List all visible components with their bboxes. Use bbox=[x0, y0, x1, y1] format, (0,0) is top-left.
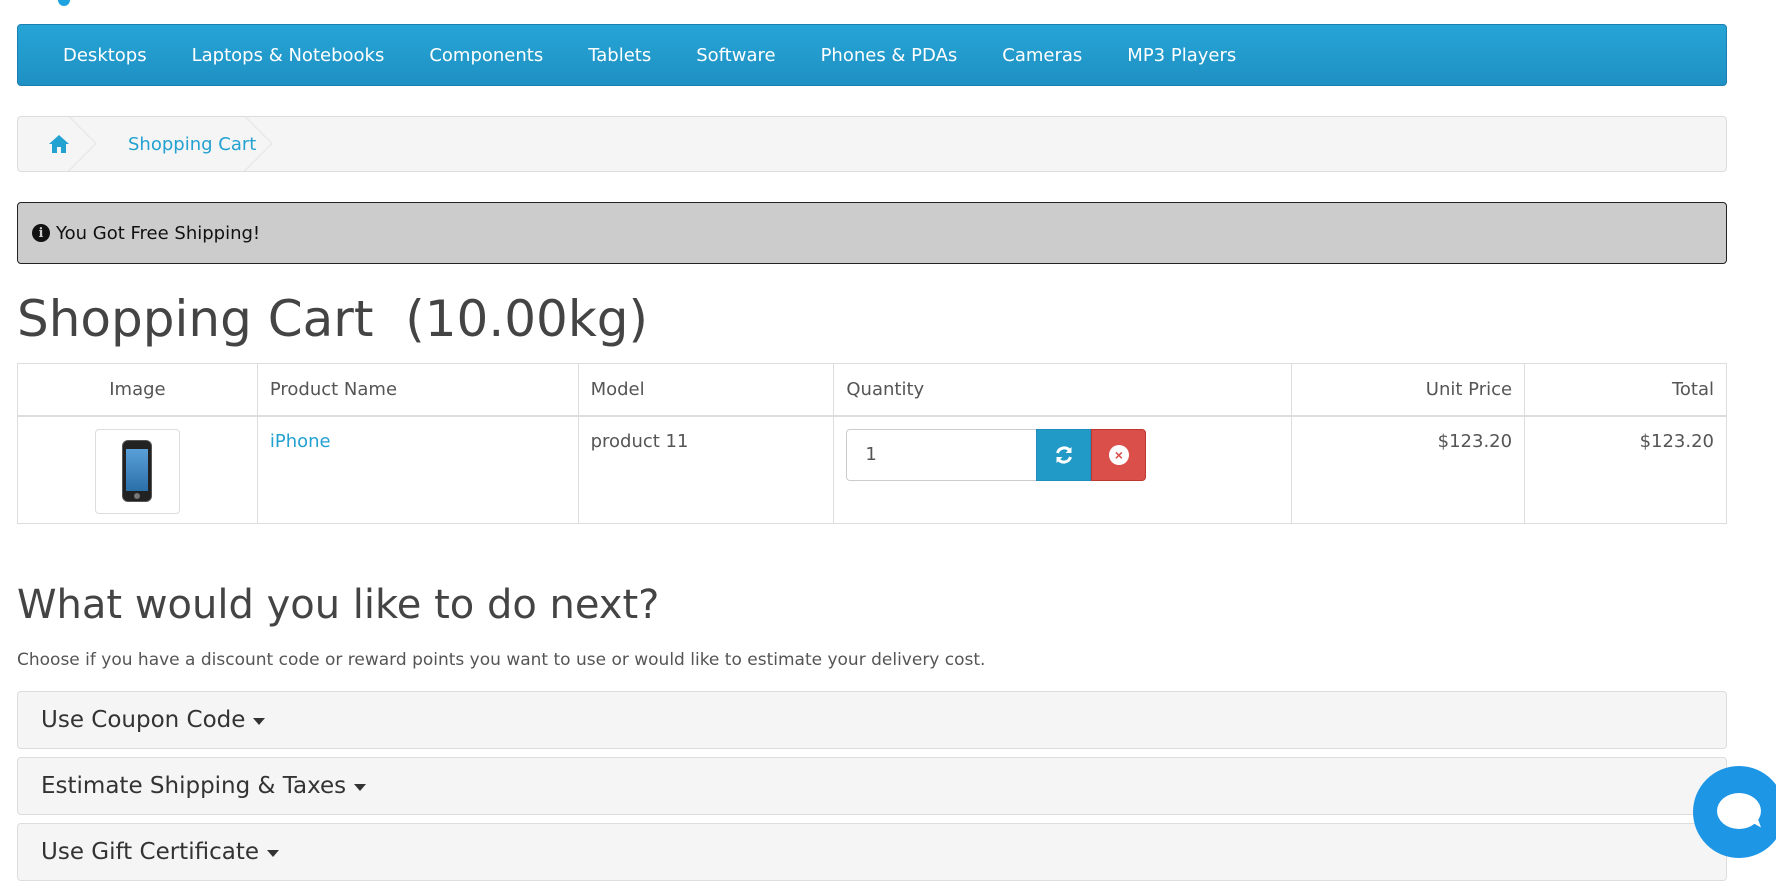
menu-item-laptops-notebooks[interactable]: Laptops & Notebooks bbox=[177, 45, 400, 66]
remove-button[interactable]: × bbox=[1091, 428, 1147, 481]
caret-down-icon bbox=[354, 784, 367, 791]
free-shipping-alert: i You Got Free Shipping! bbox=[17, 202, 1727, 264]
cell-quantity: × bbox=[833, 415, 1293, 524]
quantity-group: × bbox=[846, 428, 1279, 481]
header-product-name: Product Name bbox=[256, 363, 579, 417]
panel-title: Estimate Shipping & Taxes bbox=[41, 773, 347, 799]
info-circle-icon: i bbox=[32, 224, 50, 242]
panel-gift-certificate[interactable]: Use Gift Certificate bbox=[17, 823, 1727, 881]
menu-item-mp3-players[interactable]: MP3 Players bbox=[1112, 45, 1251, 66]
header-quantity: Quantity bbox=[833, 363, 1293, 417]
menu-item-cameras[interactable]: Cameras bbox=[987, 45, 1097, 66]
page-title: Shopping Cart (10.00kg) bbox=[17, 290, 649, 348]
alert-text: You Got Free Shipping! bbox=[56, 222, 261, 244]
panel-title: Use Coupon Code bbox=[41, 707, 246, 733]
breadcrumb-home[interactable] bbox=[18, 117, 110, 171]
iphone-image bbox=[122, 440, 153, 502]
breadcrumb: Shopping Cart bbox=[17, 116, 1727, 172]
logo-fragment bbox=[58, 0, 70, 6]
menu-item-desktops[interactable]: Desktops bbox=[48, 45, 162, 66]
caret-down-icon bbox=[253, 718, 266, 725]
home-icon bbox=[49, 135, 69, 153]
quantity-input[interactable] bbox=[846, 428, 1037, 481]
panel-title: Use Gift Certificate bbox=[41, 839, 259, 865]
update-button[interactable] bbox=[1036, 428, 1092, 481]
remove-circle-icon: × bbox=[1108, 444, 1129, 465]
menu-item-components[interactable]: Components bbox=[414, 45, 558, 66]
top-menu: Desktops Laptops & Notebooks Components … bbox=[17, 24, 1727, 86]
refresh-icon bbox=[1055, 446, 1072, 463]
panel-estimate-shipping[interactable]: Estimate Shipping & Taxes bbox=[17, 757, 1727, 815]
cell-total: $123.20 bbox=[1524, 415, 1727, 524]
cart-table: Image Product Name Model Quantity Unit P… bbox=[17, 363, 1727, 524]
next-description: Choose if you have a discount code or re… bbox=[17, 650, 986, 670]
table-row: iPhone product 11 × bbox=[17, 415, 1727, 524]
cell-product-name: iPhone bbox=[256, 415, 579, 524]
cell-model: product 11 bbox=[577, 415, 835, 524]
menu-item-tablets[interactable]: Tablets bbox=[573, 45, 666, 66]
caret-down-icon bbox=[266, 850, 279, 857]
cell-unit-price: $123.20 bbox=[1291, 415, 1526, 524]
menu-item-software[interactable]: Software bbox=[681, 45, 790, 66]
cell-image bbox=[17, 415, 258, 524]
next-title: What would you like to do next? bbox=[17, 582, 660, 628]
header-unit-price: Unit Price bbox=[1291, 363, 1526, 417]
header-model: Model bbox=[577, 363, 835, 417]
panel-coupon-code[interactable]: Use Coupon Code bbox=[17, 691, 1727, 749]
header-total: Total bbox=[1524, 363, 1727, 417]
header-image: Image bbox=[17, 363, 258, 417]
menu-item-phones-pdas[interactable]: Phones & PDAs bbox=[806, 45, 973, 66]
chat-widget-button[interactable] bbox=[1693, 766, 1776, 858]
product-link[interactable]: iPhone bbox=[270, 431, 331, 452]
breadcrumb-shopping-cart[interactable]: Shopping Cart bbox=[110, 117, 286, 171]
table-header-row: Image Product Name Model Quantity Unit P… bbox=[17, 363, 1727, 417]
product-thumbnail[interactable] bbox=[94, 428, 180, 514]
